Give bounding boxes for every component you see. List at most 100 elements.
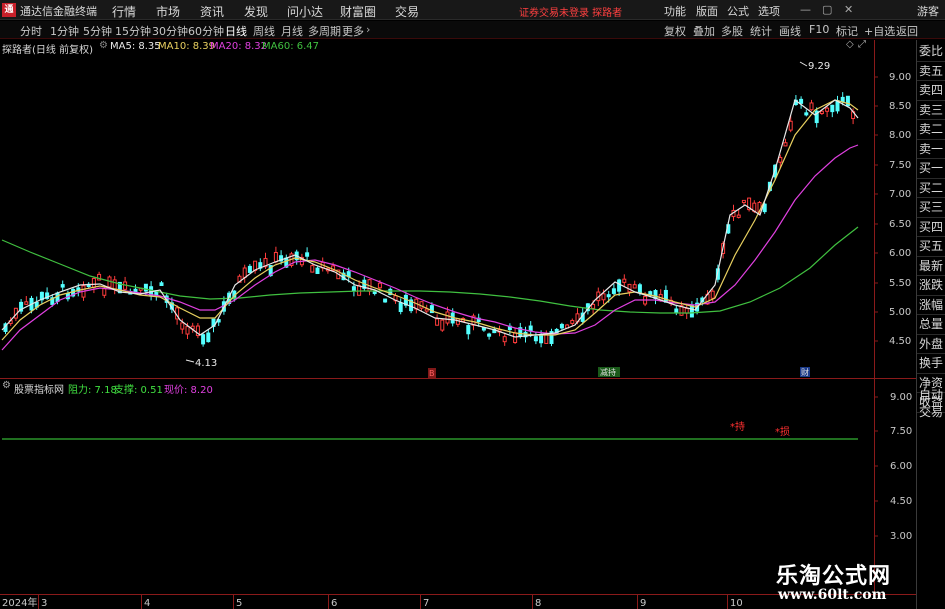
candle-body xyxy=(102,288,107,296)
candle-body xyxy=(502,336,507,343)
candle-body xyxy=(809,102,814,111)
candle-body xyxy=(180,322,185,330)
candle-body xyxy=(799,98,804,104)
candle-body xyxy=(840,96,845,103)
ma5-line xyxy=(1,98,859,338)
price-tick: 7.00 xyxy=(889,189,911,200)
candle-body xyxy=(91,277,96,288)
candle-body xyxy=(112,279,117,290)
candle-body xyxy=(637,284,642,294)
signal-label: *损 xyxy=(775,425,790,438)
rp-buy3[interactable]: 买三 xyxy=(917,198,945,218)
candle-body xyxy=(455,318,460,325)
candle-body xyxy=(435,318,440,326)
candle-body xyxy=(783,142,788,147)
event-markers[interactable]: B 减持 财 xyxy=(428,367,810,378)
candle-body xyxy=(315,267,320,275)
candle-body xyxy=(611,288,616,294)
rp-buy4[interactable]: 买四 xyxy=(917,218,945,237)
sub-price-tick: 7.50 xyxy=(890,426,912,437)
candle-body xyxy=(159,282,164,287)
sub-price-tick: 3.00 xyxy=(890,531,912,542)
candle-body xyxy=(663,289,668,303)
sub-price-axis: 9.00 7.50 6.00 4.50 3.00 xyxy=(874,392,912,542)
watermark-url: www.60lt.com xyxy=(778,587,887,603)
candle-body xyxy=(206,332,211,343)
candle-body xyxy=(24,301,29,305)
candle-body xyxy=(533,336,538,342)
candle-body xyxy=(201,334,206,345)
time-axis: 2024年 3 4 5 6 7 8 9 10 xyxy=(2,594,743,609)
auto-trade-label2[interactable]: 交易 xyxy=(917,403,945,420)
candle-body xyxy=(674,308,679,314)
rp-outer[interactable]: 外盘 xyxy=(917,335,945,354)
ma20-line xyxy=(1,144,859,351)
low-label: 4.13 xyxy=(195,358,217,369)
candle-body xyxy=(819,110,824,115)
candle-body xyxy=(487,333,492,337)
candle-body xyxy=(622,278,627,283)
candle-body xyxy=(736,214,741,218)
candle-body xyxy=(242,267,247,278)
price-axis: 9.00 8.50 8.00 7.50 7.00 6.50 6.00 5.50 … xyxy=(874,72,911,347)
rp-sell1[interactable]: 卖一 xyxy=(917,140,945,159)
time-tick: 8 xyxy=(535,598,541,609)
candle-body xyxy=(804,112,809,116)
candle-body xyxy=(60,284,65,288)
price-tick: 5.50 xyxy=(889,278,911,289)
price-tick: 8.00 xyxy=(889,130,911,141)
rp-volume[interactable]: 总量 xyxy=(917,315,945,335)
auto-trade[interactable]: 自动 交易 xyxy=(917,386,945,420)
rp-change-pct[interactable]: 涨幅 xyxy=(917,296,945,315)
rp-sell2[interactable]: 卖二 xyxy=(917,120,945,140)
price-tick: 5.00 xyxy=(889,307,911,318)
time-tick: 4 xyxy=(144,598,150,609)
candle-body xyxy=(372,290,377,295)
rp-weibi[interactable]: 委比 xyxy=(917,42,945,62)
time-tick: 9 xyxy=(640,598,646,609)
candle-body xyxy=(466,325,471,335)
rp-change[interactable]: 涨跌 xyxy=(917,276,945,296)
rp-sell5[interactable]: 卖五 xyxy=(917,62,945,81)
candle-body xyxy=(601,293,606,301)
candle-body xyxy=(247,265,252,273)
watermark-title: 乐淘公式网 xyxy=(776,563,892,589)
price-tick: 7.50 xyxy=(889,160,911,171)
sub-price-tick: 4.50 xyxy=(890,496,912,507)
candle-body xyxy=(481,327,486,331)
candle-body xyxy=(310,265,315,273)
candle-body xyxy=(383,298,388,303)
candle-body xyxy=(710,290,715,299)
candle-body xyxy=(351,286,356,291)
candle-body xyxy=(741,199,746,204)
kline-chart[interactable]: 9.00 8.50 8.00 7.50 7.00 6.50 6.00 5.50 … xyxy=(0,0,945,609)
candle-body xyxy=(273,251,278,263)
candle-body xyxy=(689,305,694,318)
rp-turnover[interactable]: 换手 xyxy=(917,354,945,374)
candle-body xyxy=(570,319,575,324)
event-marker: 财 xyxy=(801,367,809,377)
sub-signals: *持 *损 xyxy=(730,420,790,438)
ma60-line xyxy=(1,226,859,314)
time-tick: 7 xyxy=(423,598,429,609)
candle-body xyxy=(185,326,190,335)
candle-body xyxy=(143,283,148,292)
rp-buy5[interactable]: 买五 xyxy=(917,237,945,257)
rp-latest[interactable]: 最新 xyxy=(917,257,945,276)
candle-body xyxy=(591,303,596,309)
event-marker: B xyxy=(429,369,435,378)
candle-body xyxy=(513,332,518,344)
candle-body xyxy=(845,95,850,107)
candle-body xyxy=(778,156,783,163)
high-label: 9.29 xyxy=(808,61,830,72)
rp-sell3[interactable]: 卖三 xyxy=(917,101,945,120)
rp-buy1[interactable]: 买一 xyxy=(917,159,945,179)
candle-body xyxy=(445,311,450,324)
sub-price-tick: 9.00 xyxy=(890,392,912,403)
rp-sell4[interactable]: 卖四 xyxy=(917,81,945,101)
rp-buy2[interactable]: 买二 xyxy=(917,179,945,198)
auto-trade-label[interactable]: 自动 xyxy=(917,386,945,403)
candle-body xyxy=(606,294,611,298)
event-marker: 减持 xyxy=(600,367,616,377)
candle-body xyxy=(825,107,830,112)
